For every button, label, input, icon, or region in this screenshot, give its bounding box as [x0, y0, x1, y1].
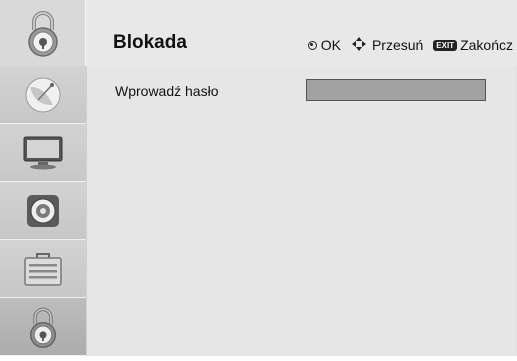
toolbox-icon	[24, 252, 62, 286]
button-hints: OK Przesuń EXIT Zakończ	[307, 36, 513, 54]
password-label: Wprowadź hasło	[115, 83, 219, 99]
move-arrows-icon	[351, 36, 367, 54]
page-title: Blokada	[113, 32, 187, 53]
sidebar-item-lock[interactable]	[0, 298, 86, 356]
header-padlock-icon	[0, 0, 86, 66]
sidebar-item-picture[interactable]	[0, 124, 86, 182]
lock-content-panel: Wprowadź hasło	[87, 66, 515, 356]
sidebar-item-channels[interactable]	[0, 66, 86, 124]
sidebar-item-setup[interactable]	[0, 240, 86, 298]
osd-screen: Blokada OK Przesuń EXIT Zakończ Wprowadź…	[0, 0, 517, 361]
sidebar-item-sound[interactable]	[0, 182, 86, 240]
ok-button-icon	[307, 40, 317, 50]
password-input[interactable]	[306, 79, 486, 101]
padlock-icon	[30, 307, 56, 348]
sidebar-menu	[0, 66, 86, 356]
move-hint-label: Przesuń	[371, 37, 424, 53]
header-bar: Blokada OK Przesuń EXIT Zakończ	[0, 0, 517, 66]
satellite-dish-icon	[25, 77, 61, 112]
bottom-edge	[0, 356, 517, 361]
speaker-icon	[27, 194, 59, 227]
exit-hint-label: Zakończ	[460, 37, 513, 53]
tv-monitor-icon	[23, 136, 63, 169]
ok-hint-label: OK	[320, 37, 341, 53]
exit-button-icon: EXIT	[433, 39, 458, 51]
